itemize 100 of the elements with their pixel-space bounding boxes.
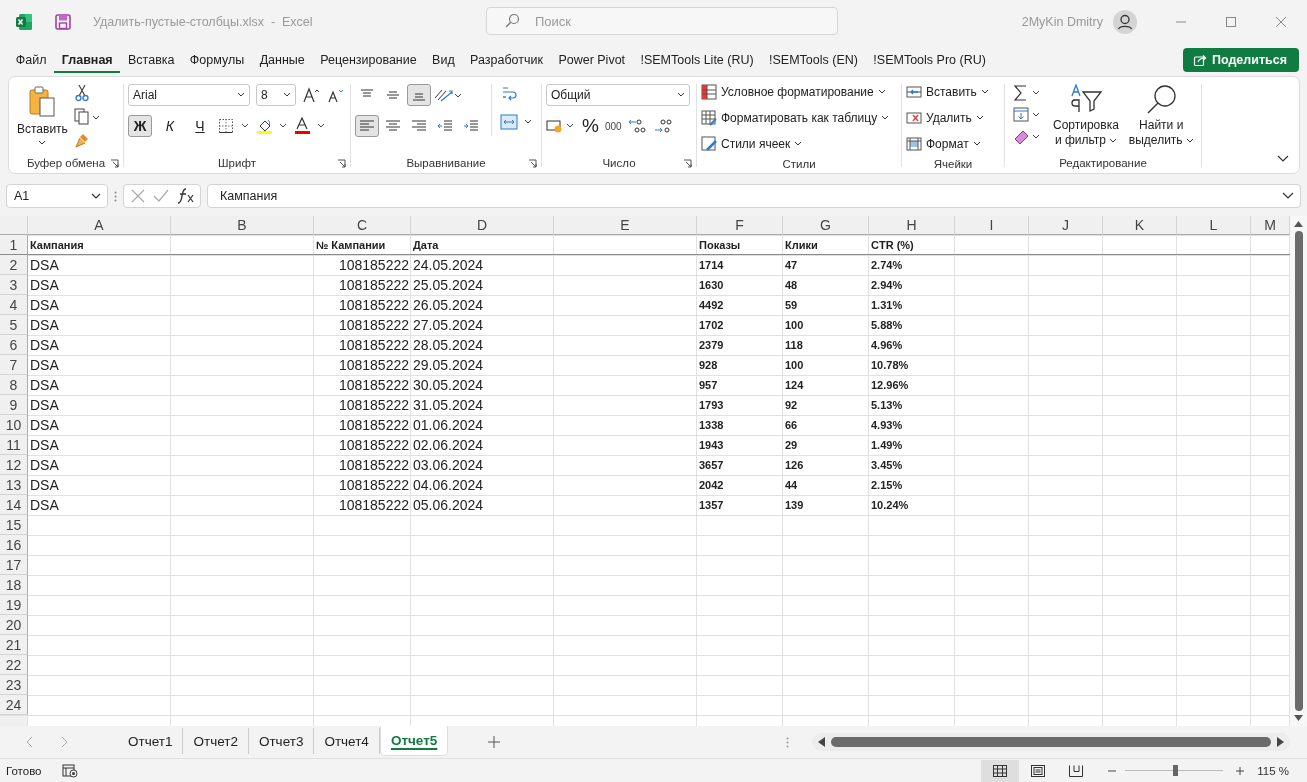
- ribbon-tab[interactable]: Данные: [251, 47, 313, 73]
- ribbon-tab[interactable]: Рецензирование: [312, 47, 425, 73]
- scroll-up-icon[interactable]: [1294, 220, 1303, 227]
- collapse-ribbon-icon[interactable]: [1277, 155, 1289, 163]
- row-header[interactable]: 5: [0, 315, 28, 335]
- row-header[interactable]: 22: [0, 655, 28, 675]
- column-header[interactable]: H: [869, 216, 955, 235]
- scroll-right-icon[interactable]: [1277, 737, 1284, 747]
- row-header[interactable]: 13: [0, 475, 28, 495]
- sort-filter-button[interactable]: Сортировка и фильтр: [1053, 84, 1119, 148]
- thousands-button[interactable]: 000: [604, 120, 622, 132]
- cells-menu-button[interactable]: Вставить: [906, 82, 989, 102]
- ribbon-tab[interactable]: !SEMTools (EN): [761, 47, 866, 73]
- row-header[interactable]: 2: [0, 255, 28, 275]
- column-header[interactable]: G: [783, 216, 869, 235]
- bold-button[interactable]: Ж: [128, 115, 152, 137]
- insert-function-icon[interactable]: [177, 188, 195, 204]
- styles-menu-button[interactable]: Форматировать как таблицу: [701, 108, 890, 128]
- column-header[interactable]: A: [28, 216, 171, 235]
- search-field[interactable]: Поиск: [486, 7, 838, 35]
- accessibility-icon[interactable]: [61, 763, 78, 778]
- column-header[interactable]: M: [1251, 216, 1290, 235]
- ribbon-tab[interactable]: Формулы: [182, 47, 252, 73]
- row-header[interactable]: 19: [0, 595, 28, 615]
- scroll-down-icon[interactable]: [1294, 715, 1303, 722]
- font-color-icon[interactable]: [294, 117, 326, 135]
- ribbon-tab[interactable]: Power Pivot: [550, 47, 633, 73]
- find-select-button[interactable]: Найти и выделить: [1128, 84, 1194, 148]
- row-header[interactable]: 8: [0, 375, 28, 395]
- column-header[interactable]: C: [314, 216, 411, 235]
- dialog-launcher-icon[interactable]: [528, 159, 537, 168]
- row-header[interactable]: 6: [0, 335, 28, 355]
- row-header[interactable]: 16: [0, 535, 28, 555]
- maximize-icon[interactable]: [1225, 16, 1237, 28]
- row-header[interactable]: 1: [0, 235, 28, 255]
- add-sheet-icon[interactable]: [488, 736, 501, 748]
- column-header[interactable]: K: [1103, 216, 1177, 235]
- vertical-scrollbar[interactable]: [1290, 216, 1307, 726]
- row-header[interactable]: 9: [0, 395, 28, 415]
- currency-icon[interactable]: [546, 118, 576, 134]
- scroll-left-icon[interactable]: [818, 737, 825, 747]
- row-header[interactable]: 4: [0, 295, 28, 315]
- sheet-tab[interactable]: Отчет3: [248, 728, 315, 754]
- column-header[interactable]: L: [1177, 216, 1251, 235]
- sheet-tab[interactable]: Отчет1: [118, 728, 184, 754]
- sheet-tab[interactable]: Отчет4: [314, 728, 380, 754]
- font-name-dropdown[interactable]: Arial: [128, 84, 250, 106]
- decrease-decimal-icon[interactable]: [653, 117, 674, 135]
- align-left-button[interactable]: [355, 115, 379, 137]
- close-icon[interactable]: [1275, 16, 1287, 28]
- fill-color-icon[interactable]: [256, 117, 288, 135]
- column-header[interactable]: B: [171, 216, 314, 235]
- increase-decimal-icon[interactable]: [627, 117, 648, 135]
- row-header[interactable]: 12: [0, 455, 28, 475]
- merge-cells-icon[interactable]: [500, 113, 534, 131]
- horizontal-scrollbar[interactable]: [812, 733, 1290, 751]
- row-header[interactable]: 24: [0, 695, 28, 715]
- ribbon-tab[interactable]: Файл: [8, 47, 55, 73]
- sheet-tab[interactable]: Отчет2: [183, 728, 249, 754]
- formula-field[interactable]: Кампания: [207, 184, 1301, 208]
- column-header[interactable]: J: [1029, 216, 1103, 235]
- save-icon[interactable]: [55, 14, 71, 30]
- cells-menu-button[interactable]: Формат: [906, 134, 981, 154]
- column-header[interactable]: F: [697, 216, 783, 235]
- increase-indent-icon[interactable]: [463, 119, 479, 133]
- ribbon-tab[interactable]: !SEMTools Lite (RU): [632, 47, 762, 73]
- row-header[interactable]: 18: [0, 575, 28, 595]
- number-format-dropdown[interactable]: Общий: [546, 84, 690, 106]
- normal-view-button[interactable]: [981, 759, 1020, 782]
- increase-font-icon[interactable]: [302, 87, 320, 103]
- row-header[interactable]: 15: [0, 515, 28, 535]
- row-header[interactable]: 3: [0, 275, 28, 295]
- share-button[interactable]: Поделиться: [1182, 48, 1299, 72]
- row-header[interactable]: 20: [0, 615, 28, 635]
- cut-icon[interactable]: [73, 84, 90, 102]
- dialog-launcher-icon[interactable]: [337, 159, 346, 168]
- zoom-in-icon[interactable]: [1235, 765, 1246, 776]
- row-header[interactable]: 23: [0, 675, 28, 695]
- cells-menu-button[interactable]: Удалить: [906, 108, 984, 128]
- font-size-dropdown[interactable]: 8: [256, 84, 296, 106]
- row-header[interactable]: 14: [0, 495, 28, 515]
- copy-icon[interactable]: [73, 108, 100, 126]
- row-header[interactable]: 11: [0, 435, 28, 455]
- name-box[interactable]: A1: [6, 184, 108, 208]
- align-bottom-button[interactable]: [407, 84, 431, 106]
- styles-menu-button[interactable]: Условное форматирование: [701, 82, 886, 102]
- avatar-icon[interactable]: [1113, 10, 1137, 34]
- row-header[interactable]: 17: [0, 555, 28, 575]
- borders-icon[interactable]: [218, 118, 250, 134]
- column-header[interactable]: E: [554, 216, 697, 235]
- format-painter-icon[interactable]: [73, 132, 90, 150]
- row-header[interactable]: 10: [0, 415, 28, 435]
- ribbon-tab[interactable]: !SEMTools Pro (RU): [865, 47, 994, 73]
- underline-button[interactable]: Ч: [188, 115, 212, 137]
- ribbon-tab[interactable]: Вставка: [120, 47, 183, 73]
- decrease-indent-icon[interactable]: [437, 119, 453, 133]
- decrease-font-icon[interactable]: [326, 87, 344, 103]
- sheet-tab[interactable]: Отчет5: [379, 726, 449, 756]
- italic-button[interactable]: К: [158, 115, 182, 137]
- ribbon-tab[interactable]: Вид: [424, 47, 463, 73]
